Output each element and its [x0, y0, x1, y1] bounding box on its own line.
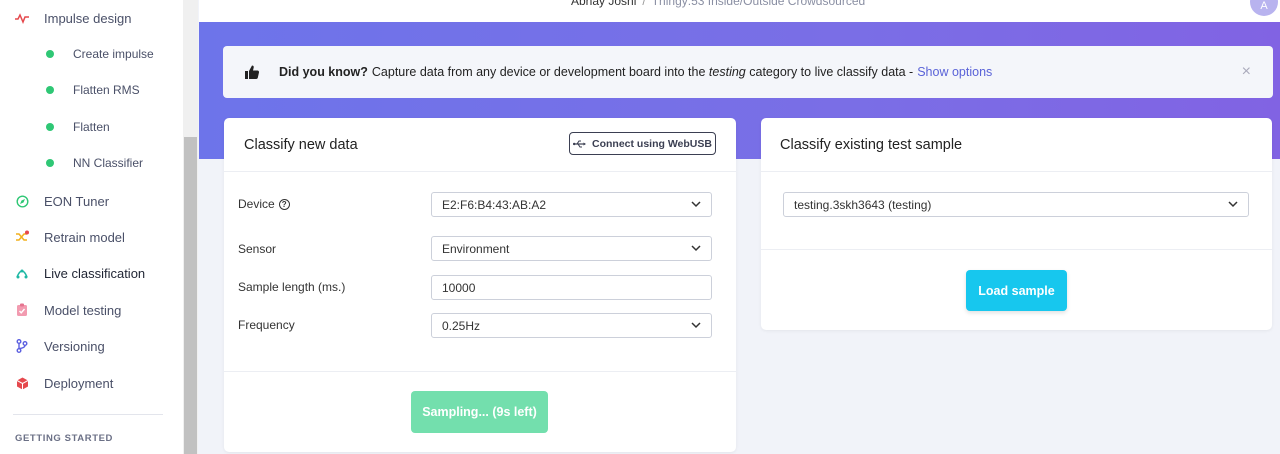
sidebar-item-label: Retrain model [44, 229, 125, 245]
classify-new-data-card: Classify new data Connect using WebUSB D… [224, 118, 736, 452]
frequency-label: Frequency [238, 318, 295, 332]
sidebar-subitem-label: Flatten [73, 120, 110, 134]
sidebar-item-label: Model testing [44, 302, 122, 318]
sidebar-item-label: Live classification [44, 265, 146, 281]
sidebar-item-versioning[interactable]: Versioning [0, 333, 105, 359]
thumbs-up-icon [245, 65, 260, 79]
device-select[interactable]: E2:F6:B4:43:AB:A2 [431, 192, 712, 217]
sidebar-section-getting-started: GETTING STARTED [15, 433, 114, 444]
sidebar-scrollbar-thumb[interactable] [184, 137, 197, 454]
pulse-icon [15, 11, 29, 25]
sidebar-item-label: EON Tuner [44, 193, 110, 209]
sidebar-divider [13, 414, 163, 415]
sidebar-subitem-flatten[interactable]: Flatten [0, 116, 110, 138]
chevron-down-icon [691, 201, 701, 208]
usb-button-label: Connect using WebUSB [592, 137, 712, 150]
sidebar-subitem-label: Flatten RMS [73, 83, 140, 97]
usb-icon [573, 139, 586, 148]
connect-webusb-button[interactable]: Connect using WebUSB [569, 132, 716, 155]
breadcrumb-user[interactable]: Abhay Joshi [571, 0, 636, 8]
git-branch-icon [15, 339, 29, 353]
sidebar-item-label: Impulse design [44, 10, 132, 26]
sidebar: Impulse design Create impulse Flatten RM… [0, 0, 183, 454]
chevron-down-icon [691, 245, 701, 252]
chevron-down-icon [691, 322, 701, 329]
status-dot [46, 50, 54, 58]
help-icon[interactable]: ? [278, 198, 290, 210]
close-icon[interactable]: × [1242, 63, 1251, 81]
compass-icon [15, 194, 29, 208]
sidebar-item-impulse-design[interactable]: Impulse design [0, 5, 131, 31]
breadcrumb-separator: / [642, 0, 646, 8]
sample-length-label: Sample length (ms.) [238, 280, 346, 294]
device-label: Device ? [238, 197, 290, 211]
show-options-link[interactable]: Show options [917, 65, 992, 79]
card-title: Classify new data [244, 137, 358, 153]
sidebar-subitem-flatten-rms[interactable]: Flatten RMS [0, 79, 140, 101]
frequency-select[interactable]: 0.25Hz [431, 313, 712, 338]
test-sample-value: testing.3skh3643 (testing) [794, 197, 932, 212]
banner-text: Capture data from any device or developm… [371, 65, 914, 79]
breadcrumb-project[interactable]: Thingy:53 Inside/Outside Crowdsourced [652, 0, 865, 8]
status-dot [46, 159, 54, 167]
shuffle-icon [15, 230, 29, 244]
load-sample-button[interactable]: Load sample [966, 270, 1067, 311]
broadcast-icon [15, 266, 29, 280]
sidebar-subitem-label: NN Classifier [73, 156, 144, 170]
sidebar-item-eon-tuner[interactable]: EON Tuner [0, 188, 109, 214]
sidebar-item-label: Versioning [44, 338, 105, 354]
test-sample-select[interactable]: testing.3skh3643 (testing) [783, 192, 1249, 217]
device-value: E2:F6:B4:43:AB:A2 [442, 197, 547, 212]
sidebar-item-live-classification[interactable]: Live classification [0, 260, 145, 286]
sidebar-item-retrain-model[interactable]: Retrain model [0, 224, 125, 250]
chevron-down-icon [1228, 201, 1238, 208]
status-dot [46, 123, 54, 131]
frequency-value: 0.25Hz [442, 318, 481, 333]
sampling-button[interactable]: Sampling... (9s left) [411, 391, 548, 433]
sidebar-subitem-label: Create impulse [73, 47, 154, 61]
breadcrumb: Abhay Joshi / Thingy:53 Inside/Outside Cro… [571, 0, 865, 8]
sidebar-item-model-testing[interactable]: Model testing [0, 297, 121, 323]
card-divider [761, 171, 1272, 172]
card-title: Classify existing test sample [780, 137, 963, 153]
sensor-label: Sensor [238, 242, 277, 256]
classify-existing-sample-card: Classify existing test sample testing.3s… [761, 118, 1272, 330]
did-you-know-banner: Did you know? Capture data from any devi… [223, 46, 1273, 98]
sensor-select[interactable]: Environment [431, 236, 712, 261]
sensor-value: Environment [442, 241, 510, 256]
sample-length-input[interactable]: 10000 [431, 275, 712, 300]
sidebar-item-deployment[interactable]: Deployment [0, 370, 113, 396]
clipboard-check-icon [15, 303, 29, 317]
card-divider [224, 371, 736, 372]
banner-title: Did you know? [279, 65, 368, 79]
card-divider [224, 171, 736, 172]
cube-icon [15, 376, 29, 390]
sidebar-item-label: Deployment [44, 375, 114, 391]
sidebar-subitem-create-impulse[interactable]: Create impulse [0, 43, 154, 65]
sidebar-subitem-nn-classifier[interactable]: NN Classifier [0, 152, 143, 174]
card-divider [761, 249, 1272, 250]
status-dot [46, 86, 54, 94]
